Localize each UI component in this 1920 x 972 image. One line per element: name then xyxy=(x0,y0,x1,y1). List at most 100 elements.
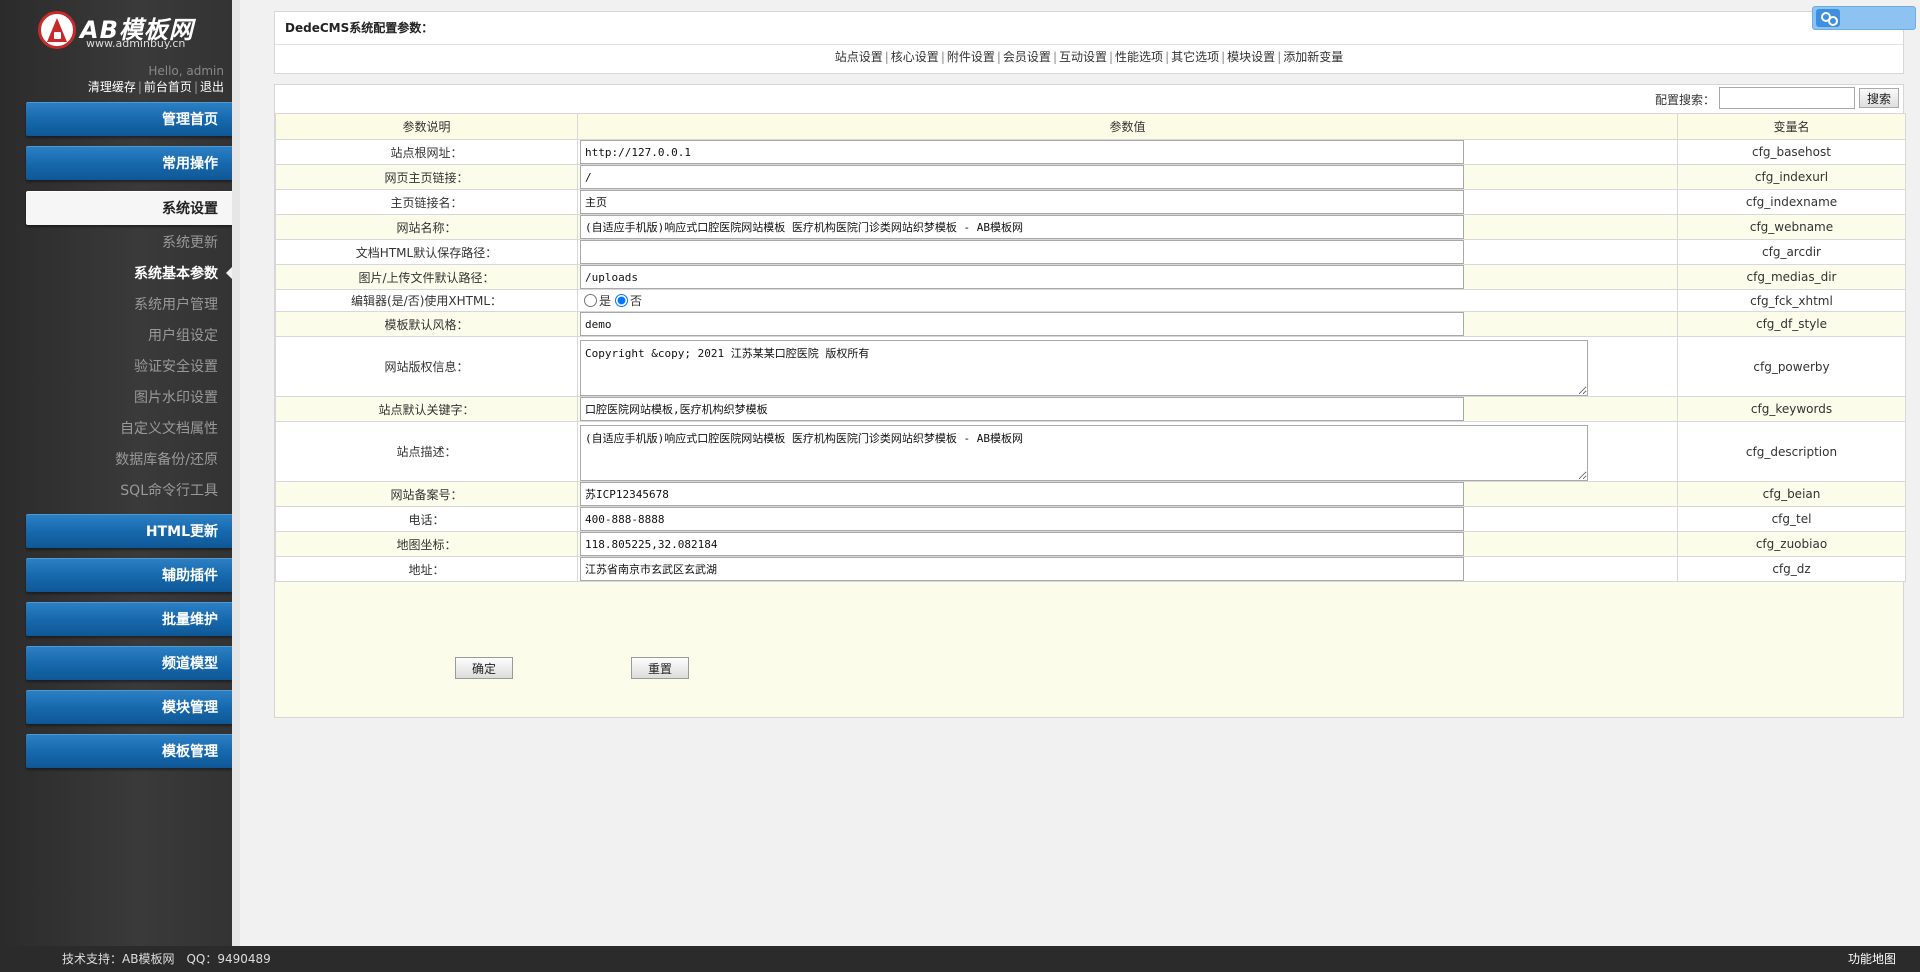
radio-option[interactable]: 是 xyxy=(584,292,611,309)
menu-home-button[interactable]: 管理首页 xyxy=(26,102,232,136)
submenu-item-update[interactable]: 系统更新 xyxy=(26,232,218,252)
baidu-paw-icon xyxy=(1816,9,1840,27)
param-var-name: cfg_description xyxy=(1677,421,1906,482)
param-value-cell xyxy=(577,164,1678,190)
menu-common-button[interactable]: 常用操作 xyxy=(26,146,232,180)
param-value-cell xyxy=(577,239,1678,265)
table-row: 地址： cfg_dz xyxy=(275,556,1906,582)
param-input-cfg_arcdir[interactable] xyxy=(580,240,1464,264)
param-input-cfg_beian[interactable] xyxy=(580,482,1464,506)
config-tab[interactable]: 模块设置 xyxy=(1227,50,1275,64)
submenu-item-custom-attrs[interactable]: 自定义文档属性 xyxy=(26,418,218,438)
logo[interactable]: AB模板网 www.adminbuy.cn xyxy=(38,10,228,50)
config-tab[interactable]: 其它选项 xyxy=(1171,50,1219,64)
frontend-home-link[interactable]: 前台首页 xyxy=(144,80,192,94)
param-value-cell xyxy=(577,396,1678,422)
tab-separator: | xyxy=(940,50,945,64)
param-desc: 站点描述： xyxy=(275,421,578,482)
action-row: 确定 重置 xyxy=(275,649,1903,689)
submenu-item-sql-tool[interactable]: SQL命令行工具 xyxy=(26,480,218,500)
menu-channel-button[interactable]: 频道模型 xyxy=(26,646,232,680)
config-tab[interactable]: 性能选项 xyxy=(1115,50,1163,64)
param-input-cfg_df_style[interactable] xyxy=(580,312,1464,336)
search-input[interactable] xyxy=(1719,87,1855,109)
radio-yes[interactable] xyxy=(584,293,597,307)
config-tab[interactable]: 添加新变量 xyxy=(1283,50,1343,64)
table-row: 图片/上传文件默认路径： cfg_medias_dir xyxy=(275,264,1906,290)
param-desc: 网站名称： xyxy=(275,214,578,240)
param-desc: 编辑器(是/否)使用XHTML： xyxy=(275,289,578,312)
tab-separator: | xyxy=(1052,50,1057,64)
submenu-item-db-backup[interactable]: 数据库备份/还原 xyxy=(26,449,218,469)
config-tab[interactable]: 会员设置 xyxy=(1003,50,1051,64)
tab-separator: | xyxy=(1277,50,1282,64)
param-input-cfg_tel[interactable] xyxy=(580,507,1464,531)
submenu-item-users[interactable]: 系统用户管理 xyxy=(26,294,218,314)
hello-user: Hello, admin xyxy=(148,64,224,78)
menu-plugins-button[interactable]: 辅助插件 xyxy=(26,558,232,592)
tab-separator: | xyxy=(884,50,889,64)
logout-link[interactable]: 退出 xyxy=(200,80,224,94)
submenu-item-usergroups[interactable]: 用户组设定 xyxy=(26,325,218,345)
table-row: 网站名称： cfg_webname xyxy=(275,214,1906,240)
config-tabs: 站点设置 | 核心设置 | 附件设置 | 会员设置 | 互动设置 | 性能选项 | 其它选项 | 模块设置 |… xyxy=(275,48,1903,65)
sitemap-link[interactable]: 功能地图 xyxy=(1848,946,1896,972)
param-value-cell xyxy=(577,506,1678,532)
menu-system-button[interactable]: 系统设置 xyxy=(26,191,232,225)
param-textarea-cfg_description[interactable]: (自适应手机版)响应式口腔医院网站模板 医疗机构医院门诊类网站织梦模板 - AB… xyxy=(580,425,1588,481)
param-input-cfg_webname[interactable] xyxy=(580,215,1464,239)
param-input-cfg_medias_dir[interactable] xyxy=(580,265,1464,289)
param-input-cfg_indexurl[interactable] xyxy=(580,165,1464,189)
param-desc: 站点根网址： xyxy=(275,139,578,165)
config-title: DedeCMS系统配置参数： xyxy=(285,21,434,35)
param-value-cell: (自适应手机版)响应式口腔医院网站模板 医疗机构医院门诊类网站织梦模板 - AB… xyxy=(577,421,1678,482)
submit-button[interactable]: 确定 xyxy=(455,657,513,679)
baidu-share-button[interactable] xyxy=(1812,6,1916,30)
submenu-item-basic-params[interactable]: 系统基本参数 xyxy=(26,263,218,283)
column-header-desc: 参数说明 xyxy=(275,113,578,140)
param-value-cell xyxy=(577,214,1678,240)
search-label: 配置搜索： xyxy=(1654,93,1715,107)
radio-option[interactable]: 否 xyxy=(615,292,642,309)
config-tab[interactable]: 附件设置 xyxy=(947,50,995,64)
param-desc: 文档HTML默认保存路径： xyxy=(275,239,578,265)
param-var-name: cfg_indexname xyxy=(1677,189,1906,215)
param-var-name: cfg_powerby xyxy=(1677,336,1906,397)
menu-batch-button[interactable]: 批量维护 xyxy=(26,602,232,636)
submenu-item-watermark[interactable]: 图片水印设置 xyxy=(26,387,218,407)
table-row: 网站备案号： cfg_beian xyxy=(275,481,1906,507)
table-row: 电话： cfg_tel xyxy=(275,506,1906,532)
param-input-cfg_dz[interactable] xyxy=(580,557,1464,581)
param-var-name: cfg_webname xyxy=(1677,214,1906,240)
param-var-name: cfg_dz xyxy=(1677,556,1906,582)
menu-module-button[interactable]: 模块管理 xyxy=(26,690,232,724)
param-value-cell: 是否 xyxy=(577,289,1678,312)
menu-template-button[interactable]: 模板管理 xyxy=(26,734,232,768)
param-desc: 网站版权信息： xyxy=(275,336,578,397)
logo-url: www.adminbuy.cn xyxy=(86,37,186,50)
param-value-cell xyxy=(577,531,1678,557)
param-desc: 地图坐标： xyxy=(275,531,578,557)
radio-label: 是 xyxy=(599,293,612,308)
logo-icon xyxy=(38,11,76,49)
param-textarea-cfg_powerby[interactable]: Copyright &copy; 2021 江苏某某口腔医院 版权所有 xyxy=(580,340,1588,396)
search-button[interactable]: 搜索 xyxy=(1859,88,1899,108)
param-input-cfg_indexname[interactable] xyxy=(580,190,1464,214)
param-input-cfg_keywords[interactable] xyxy=(580,397,1464,421)
table-row: 站点描述： (自适应手机版)响应式口腔医院网站模板 医疗机构医院门诊类网站织梦模板… xyxy=(275,421,1906,482)
column-header-var: 变量名 xyxy=(1677,113,1906,140)
footer-support: 技术支持：AB模板网 QQ：9490489 xyxy=(62,952,271,966)
param-input-cfg_zuobiao[interactable] xyxy=(580,532,1464,556)
clear-cache-link[interactable]: 清理缓存 xyxy=(88,80,136,94)
reset-button[interactable]: 重置 xyxy=(631,657,689,679)
config-tab[interactable]: 互动设置 xyxy=(1059,50,1107,64)
radio-no[interactable] xyxy=(615,293,629,307)
param-input-cfg_basehost[interactable] xyxy=(580,140,1464,164)
radio-label: 否 xyxy=(630,293,643,308)
menu-html-button[interactable]: HTML更新 xyxy=(26,514,232,548)
submenu-item-security[interactable]: 验证安全设置 xyxy=(26,356,218,376)
param-var-name: cfg_arcdir xyxy=(1677,239,1906,265)
param-value-cell xyxy=(577,556,1678,582)
config-tab[interactable]: 核心设置 xyxy=(891,50,939,64)
config-tab[interactable]: 站点设置 xyxy=(835,50,883,64)
